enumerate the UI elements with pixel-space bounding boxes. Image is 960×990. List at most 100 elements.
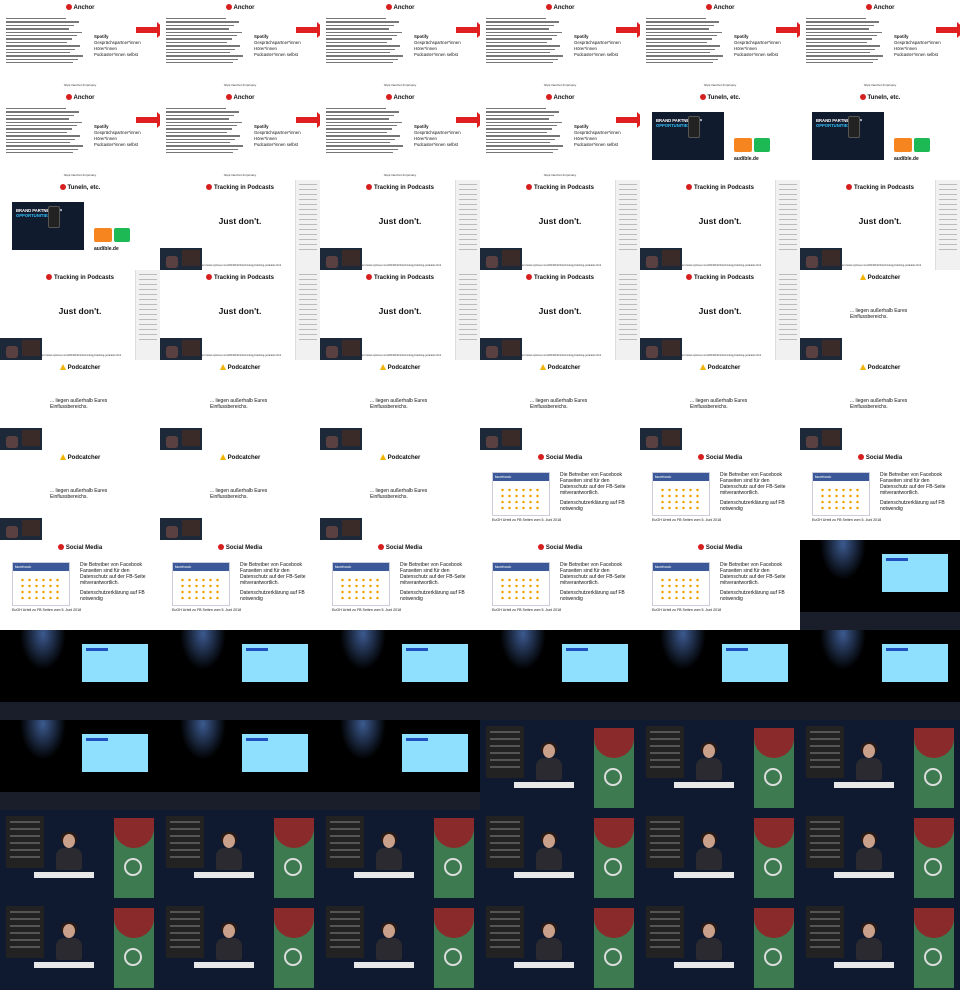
poster-line [810,849,840,851]
banner-panel [754,818,794,898]
poster-line [810,932,840,934]
map-dots [659,487,703,511]
slide-title-text: Social Media [545,545,583,551]
text-line [326,148,398,151]
doc-line [619,294,637,295]
thumbnail-stage [640,630,800,720]
thumbnail-social: Social Media facebook Die Betreiber von Fa… [160,540,320,630]
text-line [486,28,549,30]
slide-text-line6: notwendig [720,596,743,602]
doc-line [139,284,157,285]
thumbnail-stage [800,630,960,720]
text-line [806,28,869,30]
red-arrow-icon [616,22,640,38]
projection-screen [242,734,308,772]
doc-line [299,274,317,275]
slide-title: Podcatcher [480,364,640,371]
thumbnail-tracking: Tracking in Podcasts Just don't. https://w… [320,180,480,270]
poster-line [10,918,40,920]
slide-body: Die Betreiber von Facebook Fanseiten sind… [560,562,634,602]
speaker-head [383,924,395,938]
text-line [806,38,872,40]
text-line [646,31,722,33]
doc-line [459,324,477,325]
stop-icon [385,94,392,100]
slide-title: TuneIn, etc. [800,94,960,101]
thumbnail-stage [320,720,480,810]
slide-caption: EuGH Urteil zu FB Seiten vom 5. Juni 201… [492,608,562,612]
text-line [326,31,402,33]
doc-line [459,334,477,335]
side-list: Spotify Gesprächspartner*innen Hörer*innen… [574,34,621,58]
text-line [326,55,403,57]
text-line [486,111,559,113]
thumbnail-tracking: Tracking in Podcasts Just don't. https://w… [320,270,480,360]
doc-line [299,279,317,280]
poster-line [810,752,840,754]
lectern [834,872,894,878]
facebook-screenshot: facebook [172,562,230,606]
doc-line [779,284,797,285]
poster-line [490,856,520,858]
text-line [646,45,720,47]
doc-line [779,279,797,280]
text-line [6,58,78,61]
speaker-person [854,832,884,874]
slide-title-text: Anchor [73,5,95,11]
speaker-body [696,758,722,780]
slide-text-line6: notwendig [400,596,423,602]
poster-line [10,828,40,830]
text-line [486,45,560,47]
text-line [326,118,389,120]
poster-line [330,835,360,837]
doc-line [139,314,157,315]
poster-line [650,925,680,927]
speaker-video-thumbnail [320,428,362,450]
source-url: https://anchor.fm/privacy [223,83,257,87]
doc-line [619,184,637,185]
banner-panel [754,908,794,988]
poster-line [810,911,840,913]
doc-line [619,314,637,315]
doc-line [939,234,957,235]
poster-line [810,745,840,747]
poster-line [490,932,520,934]
thumbnail-speaker [480,900,640,990]
banner-panel [914,818,954,898]
text-line [6,111,79,113]
thumbnail-speaker [640,900,800,990]
text-line [166,111,239,113]
slide-title-text: TuneIn, etc. [707,95,741,101]
slide-body: Die Betreiber von Facebook Fanseiten sind… [80,562,154,602]
doc-line [939,184,957,185]
doc-line [619,299,637,300]
poster-line [810,939,840,941]
text-line [806,55,883,57]
lectern [514,782,574,788]
doc-line [779,299,797,300]
poster-line [810,918,840,920]
audible-logo: audible.de [894,156,919,162]
slide-poster [6,906,44,958]
slide-poster [6,816,44,868]
slide-title: Podcatcher [160,454,320,461]
doc-line [939,224,957,225]
slide-title-text: Social Media [705,545,743,551]
thumbnail-podcatcher: Podcatcher ... liegen außerhalb Eures Einf… [320,360,480,450]
doc-line [939,249,957,250]
spotlight [500,630,546,670]
thumbnail-anchor: Anchor Spotify Gesprächspartner*innen Hörer… [160,0,320,90]
poster-line [810,856,840,858]
poster-line [650,731,680,733]
thumbnail-anchor: Anchor Spotify Gesprächspartner*innen Hörer… [0,90,160,180]
text-line [166,51,230,54]
side-list: Spotify Gesprächspartner*innen Hörer*innen… [254,34,301,58]
text-line [6,48,75,50]
text-line [326,111,399,113]
source-url: https://anchor.fm/privacy [63,83,97,87]
text-line [6,121,82,123]
red-arrow-icon [936,22,960,38]
poster-line [490,738,520,740]
side-list-item: Podcaster*innen selbst [734,52,778,57]
stop-icon [365,184,372,190]
